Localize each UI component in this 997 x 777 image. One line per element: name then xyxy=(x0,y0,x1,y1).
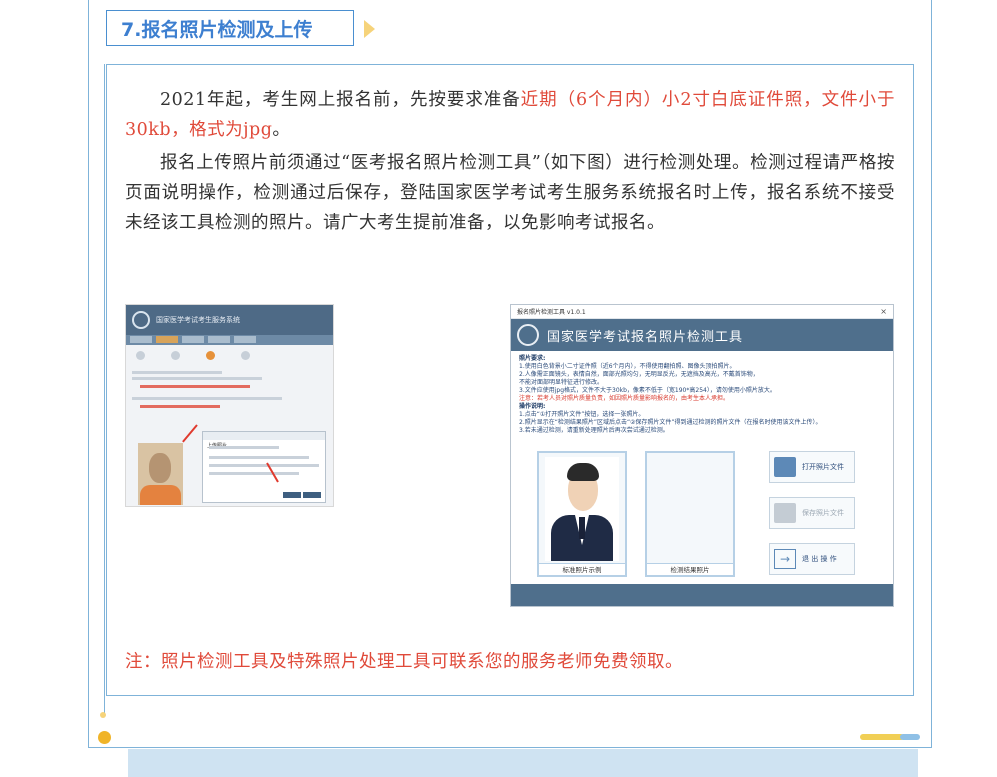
note-text: 注：照片检测工具及特殊照片处理工具可联系您的服务老师免费领取。 xyxy=(125,652,683,672)
header-arrow-icon xyxy=(364,20,375,38)
pointer-arrow-icon xyxy=(182,424,198,443)
folder-icon xyxy=(774,457,796,477)
tool-window-title: 报名照片检测工具 v1.0.1 xyxy=(517,309,586,316)
registration-system-screenshot: 国家医学考试考生服务系统 上传照片 xyxy=(125,304,334,507)
requirement-warning: 注意：若考人员对照片质量负责，如因照片质量影响报名的，由考生本人承担。 xyxy=(519,395,730,402)
screenshot-header: 国家医学考试考生服务系统 xyxy=(126,305,333,335)
section-header: 7.报名照片检测及上传 xyxy=(106,10,354,46)
requirement-line: 2.人像需正面镜头，表情自然，面部光照均匀，无明显反光，无遮挡及高光，不戴首饰物… xyxy=(519,371,759,378)
exit-label: 退 出 操 作 xyxy=(802,555,837,563)
paragraph1-end: 。 xyxy=(272,120,291,140)
instructions-heading: 操作说明: xyxy=(519,403,546,410)
section-title: 7.报名照片检测及上传 xyxy=(121,18,313,41)
instruction-line: 3.若未通过检测，请重新处理照片后再次尝试通过检测。 xyxy=(519,427,669,434)
instruction-line: 2.照片显示在“检测结果照片”区域后点击“②保存照片文件”得到通过检测的照片文件… xyxy=(519,419,822,426)
tool-banner: 国家医学考试报名照片检测工具 xyxy=(511,319,893,351)
decorative-dot xyxy=(100,712,106,718)
photo-check-tool-screenshot: 报名照片检测工具 v1.0.1 × 国家医学考试报名照片检测工具 照片要求: 1… xyxy=(510,304,894,607)
tool-footer xyxy=(511,584,893,606)
result-photo-panel: 检测结果照片 xyxy=(645,451,735,577)
exit-button[interactable]: → 退 出 操 作 xyxy=(769,543,855,575)
save-photo-label: 保存照片文件 xyxy=(802,509,844,517)
upload-photo-dialog: 上传照片 xyxy=(202,431,326,503)
emblem-icon xyxy=(132,311,150,329)
progress-steps xyxy=(136,351,326,361)
requirement-line: 1.使用白色背景小二寸证件照（近6个月内），不得使用翻拍照、图像头顶拍照片。 xyxy=(519,363,736,370)
sample-photo-panel: 标准照片示例 xyxy=(537,451,627,577)
frame-line-right xyxy=(931,0,932,748)
frame-line-bottom xyxy=(88,747,932,748)
paragraph-photo-requirements: 2021年起，考生网上报名前，先按要求准备近期（6个月内）小2寸白底证件照，文件… xyxy=(125,85,895,145)
folder-icon xyxy=(774,503,796,523)
screenshot-header-title: 国家医学考试考生服务系统 xyxy=(156,316,240,324)
screenshot-nav xyxy=(126,335,333,345)
exit-arrow-icon: → xyxy=(774,549,796,569)
close-icon[interactable]: × xyxy=(880,307,887,316)
paragraph-upload-instructions: 报名上传照片前须通过“医考报名照片检测工具”（如下图）进行检测处理。检测过程请严… xyxy=(125,153,895,233)
emblem-icon xyxy=(517,324,539,346)
content-frame-left-line xyxy=(104,64,105,714)
result-photo-label: 检测结果照片 xyxy=(647,563,733,575)
frame-line-left xyxy=(88,0,89,748)
decorative-pill xyxy=(900,734,920,740)
decorative-pill xyxy=(860,734,904,740)
candidate-photo xyxy=(138,443,183,505)
decorative-dot xyxy=(98,731,111,744)
open-photo-label: 打开照片文件 xyxy=(802,463,844,471)
bottom-band xyxy=(128,749,918,777)
tool-banner-title: 国家医学考试报名照片检测工具 xyxy=(547,329,744,345)
save-photo-button[interactable]: 保存照片文件 xyxy=(769,497,855,529)
tool-titlebar: 报名照片检测工具 v1.0.1 × xyxy=(511,305,893,319)
paragraph1-text: 2021年起，考生网上报名前，先按要求准备 xyxy=(160,90,521,110)
requirements-heading: 照片要求: xyxy=(519,355,546,362)
sample-photo-label: 标准照片示例 xyxy=(539,563,625,575)
sample-portrait xyxy=(545,457,619,561)
screenshot-body: 上传照片 xyxy=(126,345,333,506)
requirement-line: 不能对面部明显特征进行修改。 xyxy=(519,379,604,386)
instruction-line: 1.点击“①打开照片文件”按钮，选择一张照片。 xyxy=(519,411,645,418)
requirement-line: 3.文件应使用jpg格式，文件不大于30kb，像素不低于（宽190*高254），… xyxy=(519,387,776,394)
tool-instructions: 照片要求: 1.使用白色背景小二寸证件照（近6个月内），不得使用翻拍照、图像头顶… xyxy=(511,351,893,439)
open-photo-button[interactable]: 打开照片文件 xyxy=(769,451,855,483)
